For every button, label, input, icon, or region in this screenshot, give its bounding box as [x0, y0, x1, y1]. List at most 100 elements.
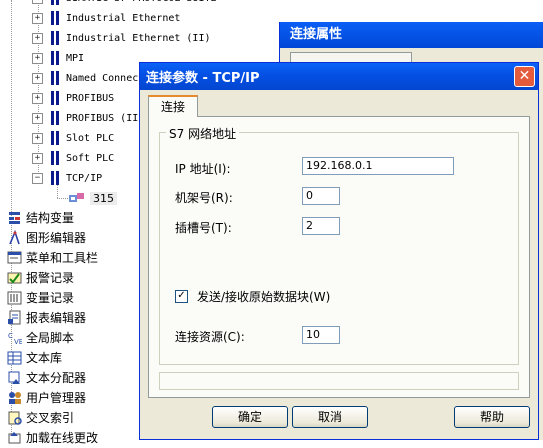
- connection-315[interactable]: 315: [68, 189, 117, 207]
- text-distributor-icon: [7, 370, 22, 385]
- group-title: S7 网络地址: [166, 125, 240, 142]
- connection-parameters-dialog: 连接参数 - TCP/IP ✕ 连接 S7 网络地址 IP 地址(I): 192…: [139, 62, 539, 440]
- channel-node[interactable]: − TCP/IP: [32, 168, 102, 188]
- dialog-title: 连接参数 - TCP/IP: [146, 71, 260, 86]
- channel-label: TCP/IP: [66, 172, 103, 184]
- channel-label: MPI: [66, 52, 85, 64]
- script-icon: C VB: [7, 330, 24, 346]
- project-label: SIMATIC S7 PROTOCOL SUITE: [66, 0, 217, 4]
- svg-text:VB: VB: [14, 338, 22, 345]
- close-button[interactable]: ✕: [514, 66, 535, 87]
- dialog-titlebar[interactable]: 连接参数 - TCP/IP ✕: [140, 63, 538, 90]
- cancel-button[interactable]: 取消: [292, 406, 368, 428]
- channel-node[interactable]: + PROFIBUS (II): [32, 108, 144, 128]
- channel-label: Industrial Ethernet (II): [66, 32, 211, 44]
- expand-icon[interactable]: +: [32, 32, 43, 44]
- close-icon: ✕: [518, 68, 531, 84]
- collapse-icon[interactable]: −: [32, 172, 43, 184]
- channel-icon: [49, 51, 61, 65]
- editor-node[interactable]: 文本库: [7, 347, 62, 367]
- text-library-icon: [7, 350, 22, 365]
- raw-data-label: 发送/接收原始数据块(W): [197, 290, 331, 304]
- menu-icon: [7, 250, 22, 265]
- user-icon: [7, 390, 22, 405]
- channel-icon: [49, 11, 61, 25]
- expand-icon[interactable]: +: [32, 92, 43, 104]
- channel-label: PROFIBUS: [66, 92, 115, 104]
- help-button[interactable]: 帮助: [454, 406, 530, 428]
- connection-icon: [68, 191, 86, 206]
- expand-icon[interactable]: +: [32, 152, 43, 164]
- status-area: [159, 372, 519, 390]
- channel-icon: [49, 71, 61, 85]
- checkmark-icon: ✓: [177, 290, 186, 301]
- channel-node[interactable]: + Industrial Ethernet (II): [32, 28, 211, 48]
- channel-label: Soft PLC: [66, 152, 115, 164]
- channel-label: Industrial Ethernet: [66, 12, 181, 24]
- tab-panel: S7 网络地址 IP 地址(I): 192.168.0.1 机架号(R): 0 …: [148, 116, 530, 398]
- editor-label: 文本库: [26, 350, 63, 365]
- channel-label: PROFIBUS (II): [66, 112, 145, 124]
- slot-input[interactable]: 2: [302, 217, 340, 235]
- editor-node[interactable]: 文本分配器: [7, 367, 86, 387]
- rack-label: 机架号(R):: [175, 191, 233, 205]
- expand-icon[interactable]: +: [32, 12, 43, 24]
- collapse-icon[interactable]: −: [32, 0, 43, 4]
- expand-icon[interactable]: +: [32, 52, 43, 64]
- editor-label: 菜单和工具栏: [26, 250, 99, 265]
- channel-node[interactable]: + Industrial Ethernet: [32, 8, 180, 28]
- editor-node[interactable]: C VB 全局脚本: [7, 327, 74, 347]
- connection-properties-title: 连接属性: [280, 22, 543, 48]
- load-icon: [7, 430, 22, 445]
- slot-label: 插槽号(T):: [175, 221, 232, 235]
- editor-node[interactable]: 变量记录: [7, 287, 74, 307]
- editor-label: 交叉索引: [26, 410, 75, 425]
- channel-icon: [49, 131, 61, 145]
- tab-connection[interactable]: 连接: [148, 95, 198, 117]
- editor-label: 报警记录: [26, 270, 75, 285]
- expand-icon[interactable]: +: [32, 132, 43, 144]
- expand-icon[interactable]: +: [32, 112, 43, 124]
- channel-icon: [49, 0, 61, 5]
- channel-node[interactable]: + Slot PLC: [32, 128, 114, 148]
- editor-label: 图形编辑器: [26, 230, 87, 245]
- connection-resource-label: 连接资源(C):: [175, 330, 245, 344]
- editor-label: 全局脚本: [26, 330, 75, 345]
- project-node[interactable]: − SIMATIC S7 PROTOCOL SUITE: [32, 0, 217, 8]
- s7-network-address-group: S7 网络地址 IP 地址(I): 192.168.0.1 机架号(R): 0 …: [159, 125, 519, 365]
- channel-node[interactable]: + Soft PLC: [32, 148, 114, 168]
- editor-node[interactable]: 用户管理器: [7, 387, 86, 407]
- editor-node[interactable]: 图形编辑器: [7, 227, 86, 247]
- editor-label: 结构变量: [26, 210, 75, 225]
- raw-data-checkbox[interactable]: ✓: [175, 290, 188, 303]
- expand-icon[interactable]: +: [32, 72, 43, 84]
- editor-node[interactable]: 报表编辑器: [7, 307, 86, 327]
- editor-label: 加载在线更改: [26, 430, 99, 445]
- channel-node[interactable]: + MPI: [32, 48, 84, 68]
- svg-text:C: C: [8, 332, 13, 340]
- rack-input[interactable]: 0: [302, 187, 340, 205]
- channel-icon: [49, 31, 61, 45]
- ip-address-input[interactable]: 192.168.0.1: [302, 157, 454, 175]
- channel-icon: [49, 151, 61, 165]
- ok-button[interactable]: 确定: [212, 406, 288, 428]
- editor-label: 文本分配器: [26, 370, 87, 385]
- editor-label: 用户管理器: [26, 390, 87, 405]
- structure-icon: [7, 210, 22, 225]
- editor-label: 报表编辑器: [26, 310, 87, 325]
- ip-address-label: IP 地址(I):: [175, 162, 231, 176]
- editor-node[interactable]: 交叉索引: [7, 407, 74, 427]
- editor-node[interactable]: 加载在线更改: [7, 427, 98, 447]
- channel-label: Slot PLC: [66, 132, 115, 144]
- graphics-icon: [7, 229, 22, 245]
- editor-node[interactable]: 报警记录: [7, 267, 74, 287]
- report-icon: [7, 310, 22, 325]
- editor-node[interactable]: 结构变量: [7, 207, 74, 227]
- editor-node[interactable]: 菜单和工具栏: [7, 247, 98, 267]
- editor-label: 变量记录: [26, 290, 75, 305]
- alarm-icon: [7, 270, 22, 285]
- channel-node[interactable]: + PROFIBUS: [32, 88, 114, 108]
- channel-icon: [49, 111, 61, 125]
- connection-resource-input[interactable]: 10: [302, 326, 340, 344]
- tag-log-icon: [7, 290, 22, 305]
